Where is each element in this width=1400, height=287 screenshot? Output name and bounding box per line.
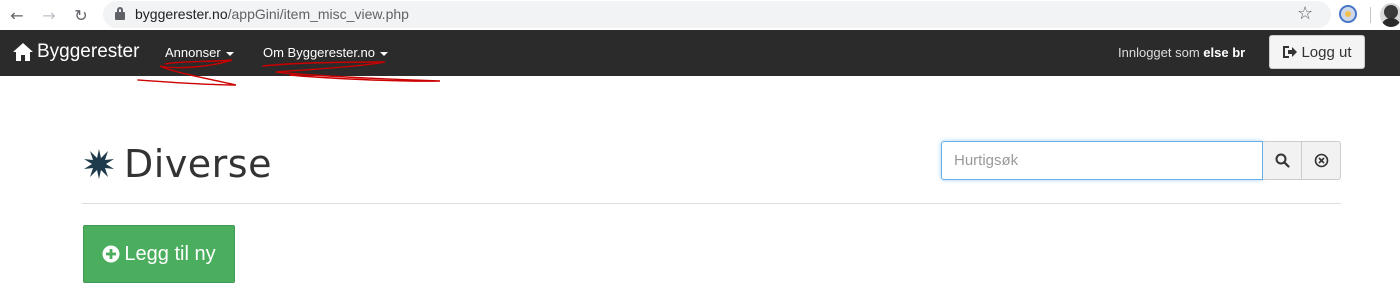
forward-arrow-icon[interactable]: → [38, 4, 60, 26]
heading-divider [82, 203, 1341, 204]
url-host: byggerester.no [135, 6, 228, 22]
menu-om-byggerester[interactable]: Om Byggerester.no [263, 45, 388, 60]
bookmark-star-icon[interactable]: ☆ [1297, 3, 1313, 24]
plus-circle-icon [102, 245, 120, 263]
menu-annonser[interactable]: Annonser [165, 45, 234, 60]
add-new-label: Legg til ny [124, 242, 216, 265]
splat-icon [84, 149, 114, 179]
url-path: /appGini/item_misc_view.php [227, 6, 409, 22]
logged-in-status: Innlogget som else br [1118, 45, 1245, 60]
menu-annonser-label: Annonser [165, 45, 221, 60]
page-heading: Diverse [82, 142, 272, 186]
back-arrow-icon[interactable]: ← [6, 4, 28, 26]
reload-icon[interactable]: ↻ [70, 4, 92, 26]
caret-down-icon [380, 51, 388, 56]
logout-label: Logg ut [1301, 43, 1352, 61]
app-navbar: Byggerester Annonser Om Byggerester.no I… [0, 30, 1400, 76]
menu-om-label: Om Byggerester.no [263, 45, 375, 60]
brand-link[interactable]: Byggerester [12, 41, 139, 63]
home-icon [13, 43, 33, 61]
search-input[interactable] [941, 141, 1263, 180]
logged-in-prefix: Innlogget som [1118, 45, 1200, 60]
clear-search-button[interactable] [1302, 141, 1341, 180]
toolbar-separator [1370, 7, 1371, 23]
caret-down-icon [225, 51, 234, 56]
page-title: Diverse [124, 142, 272, 186]
browser-toolbar: ← → ↻ byggerester.no/appGini/item_misc_v… [0, 0, 1400, 30]
username: else br [1203, 45, 1246, 60]
clear-icon [1314, 153, 1328, 168]
extension-icon[interactable] [1339, 5, 1357, 23]
logout-button[interactable]: Logg ut [1269, 35, 1365, 69]
profile-avatar[interactable] [1380, 3, 1400, 27]
search-button[interactable] [1263, 141, 1302, 180]
brand-name: Byggerester [37, 41, 140, 62]
add-new-button[interactable]: Legg til ny [83, 225, 235, 283]
address-bar[interactable]: byggerester.no/appGini/item_misc_view.ph… [103, 1, 1331, 28]
search-icon [1275, 153, 1290, 168]
logout-icon [1283, 46, 1298, 58]
lock-icon [115, 7, 125, 20]
url-text: byggerester.no/appGini/item_misc_view.ph… [135, 6, 409, 22]
quick-search [941, 141, 1341, 180]
